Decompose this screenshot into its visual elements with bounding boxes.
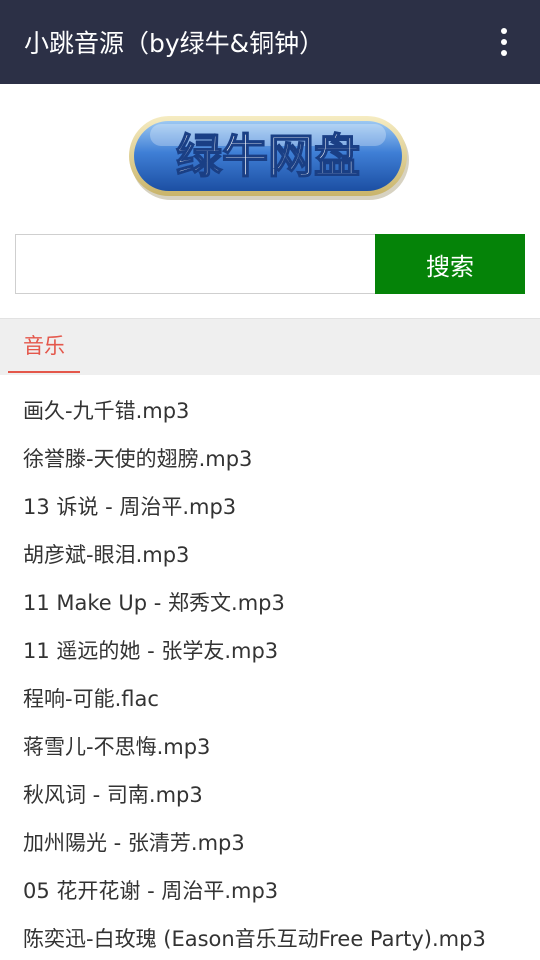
file-item[interactable]: 11 Make Up - 郑秀文.mp3 — [0, 579, 540, 627]
logo-image: 绿牛网盘 — [129, 116, 409, 200]
menu-dot — [501, 39, 507, 45]
file-item[interactable]: 陈奕迅-白玫瑰 (Eason音乐互动Free Party).mp3 — [0, 915, 540, 960]
menu-dot — [501, 28, 507, 34]
app-root: 小跳音源（by绿牛&铜钟） 绿牛网盘 搜索 音乐 画久-九千错.mp3 徐誉滕-… — [0, 0, 540, 960]
file-item[interactable]: 胡彦斌-眼泪.mp3 — [0, 531, 540, 579]
file-item[interactable]: 蒋雪儿-不思悔.mp3 — [0, 723, 540, 771]
logo-container: 绿牛网盘 — [0, 84, 540, 234]
tab-bar: 音乐 — [0, 318, 540, 375]
app-bar: 小跳音源（by绿牛&铜钟） — [0, 0, 540, 84]
file-item[interactable]: 程响-可能.flac — [0, 675, 540, 723]
logo-text: 绿牛网盘 — [176, 129, 360, 183]
file-item[interactable]: 画久-九千错.mp3 — [0, 387, 540, 435]
file-item[interactable]: 加州陽光 - 张清芳.mp3 — [0, 819, 540, 867]
file-item[interactable]: 徐誉滕-天使的翅膀.mp3 — [0, 435, 540, 483]
search-input[interactable] — [15, 234, 375, 294]
file-item[interactable]: 05 花开花谢 - 周治平.mp3 — [0, 867, 540, 915]
app-title: 小跳音源（by绿牛&铜钟） — [24, 29, 325, 58]
more-vert-icon[interactable] — [490, 22, 518, 62]
file-list: 画久-九千错.mp3 徐誉滕-天使的翅膀.mp3 13 诉说 - 周治平.mp3… — [0, 375, 540, 960]
menu-dot — [501, 50, 507, 56]
file-item[interactable]: 秋风词 - 司南.mp3 — [0, 771, 540, 819]
file-item[interactable]: 11 遥远的她 - 张学友.mp3 — [0, 627, 540, 675]
search-button[interactable]: 搜索 — [375, 234, 525, 294]
search-bar: 搜索 — [15, 234, 525, 294]
file-item[interactable]: 13 诉说 - 周治平.mp3 — [0, 483, 540, 531]
tab-music[interactable]: 音乐 — [8, 319, 80, 373]
